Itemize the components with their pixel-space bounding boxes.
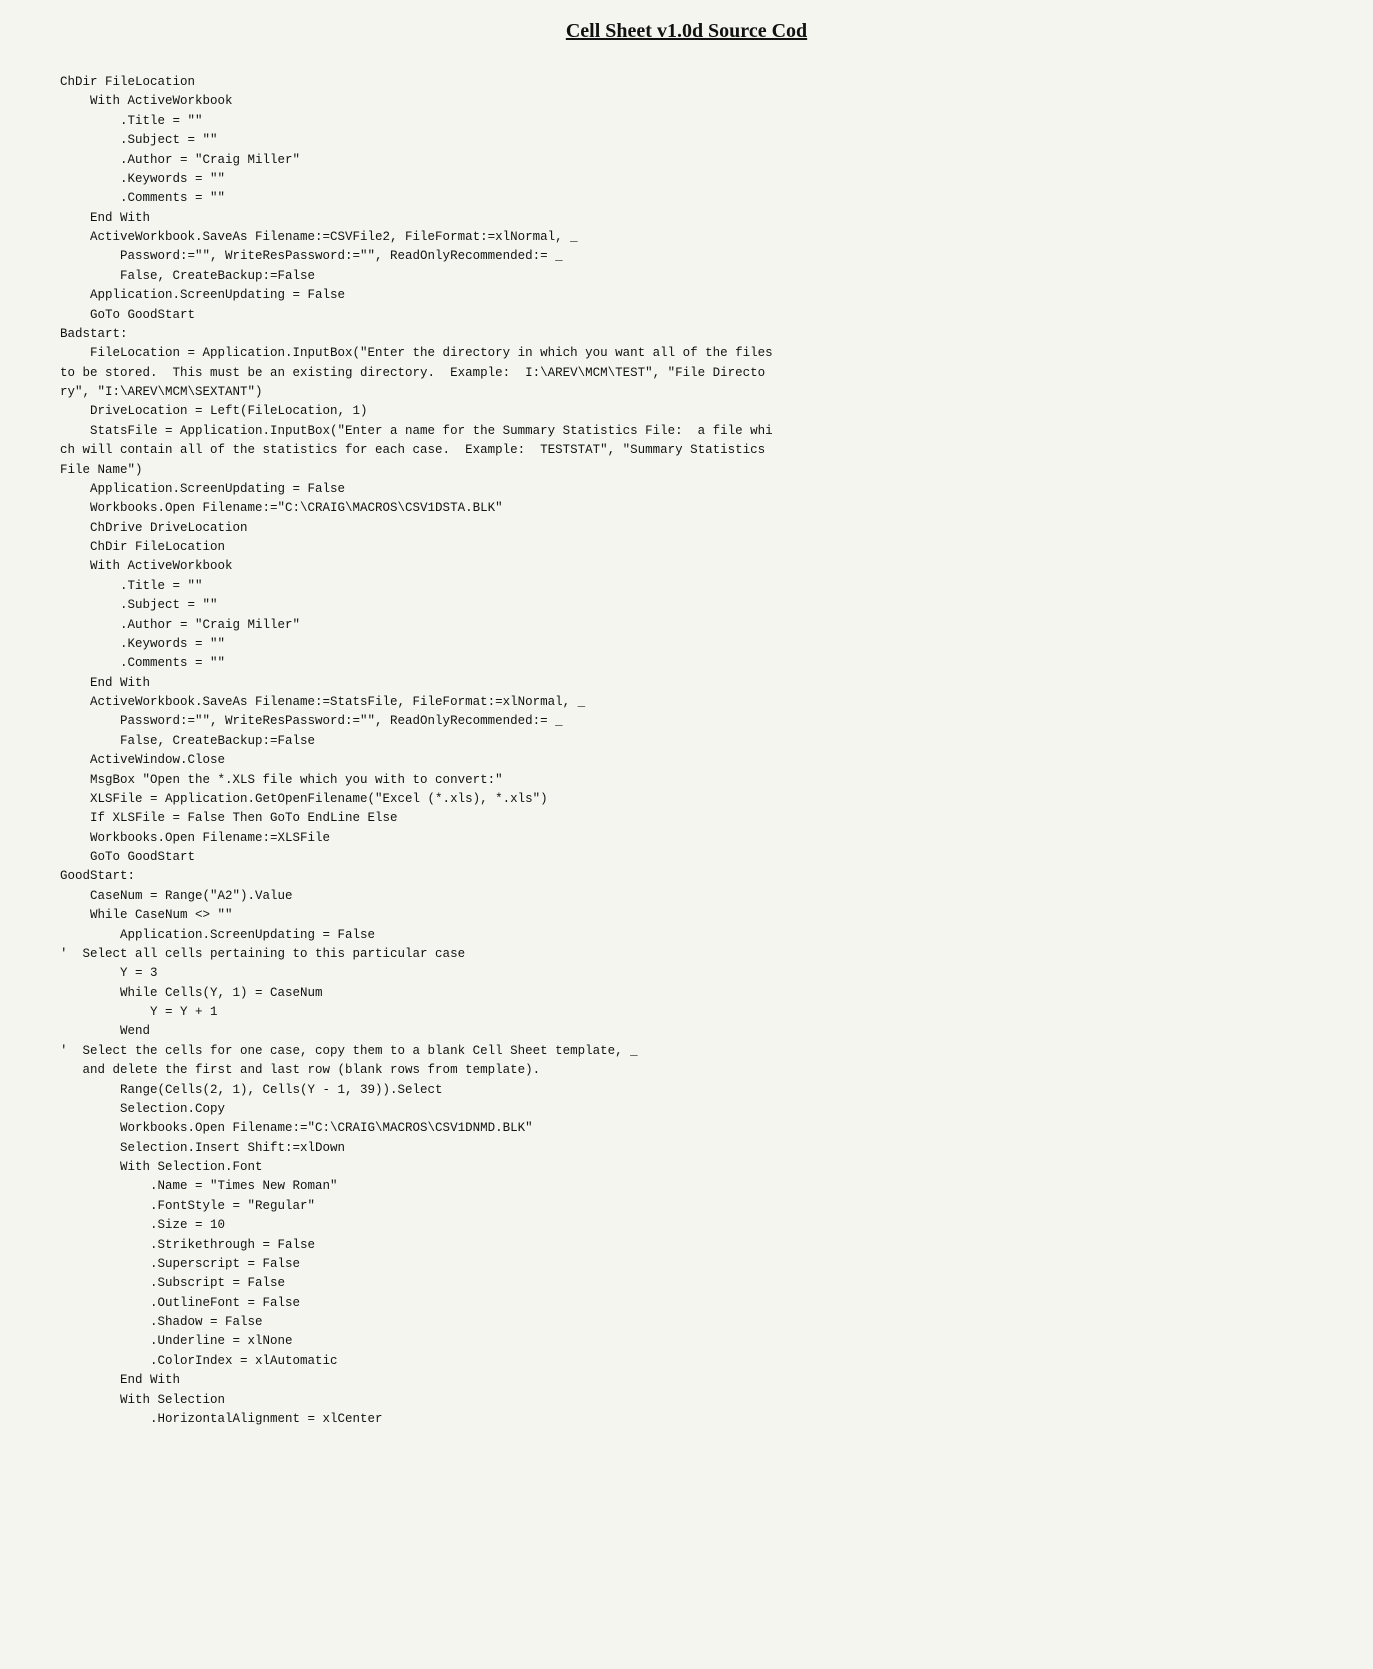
page-title: Cell Sheet v1.0d Source Cod (40, 20, 1333, 43)
code-block: ChDir FileLocation With ActiveWorkbook .… (40, 73, 1333, 1429)
